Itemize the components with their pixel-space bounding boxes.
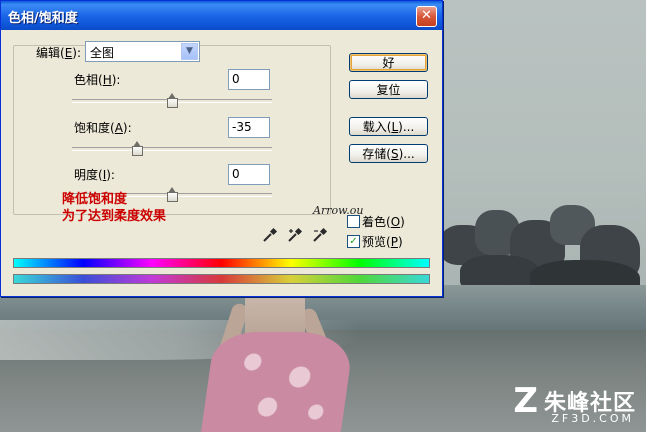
hue-saturation-dialog: 色相/饱和度 ✕ 编辑(E): 全图 ▼ 色相(H): 0 饱和度(A): -3… bbox=[0, 0, 443, 297]
hue-label: 色相(H): bbox=[74, 73, 121, 87]
chevron-down-icon[interactable]: ▼ bbox=[181, 43, 198, 60]
colorize-label[interactable]: 着色(O) bbox=[362, 213, 405, 230]
save-button[interactable]: 存储(S)... bbox=[349, 144, 428, 163]
watermark-url: ZF3D.COM bbox=[551, 412, 634, 425]
saturation-slider-thumb[interactable] bbox=[131, 141, 143, 156]
watermark-logo: Z bbox=[513, 381, 538, 421]
saturation-label: 饱和度(A): bbox=[74, 121, 132, 135]
eyedropper-add-icon[interactable] bbox=[287, 227, 303, 243]
dialog-title: 色相/饱和度 bbox=[8, 11, 78, 26]
edit-select[interactable]: 全图 ▼ bbox=[85, 41, 200, 62]
edit-label: 编辑(E): bbox=[36, 46, 82, 60]
preview-checkbox[interactable]: ✓ bbox=[347, 235, 360, 248]
lightness-label: 明度(I): bbox=[74, 168, 115, 182]
preview-label[interactable]: 预览(P) bbox=[362, 233, 403, 250]
watermark: Z 朱峰社区 ZF3D.COM bbox=[513, 381, 636, 425]
edit-select-value: 全图 bbox=[90, 46, 115, 60]
hue-slider-thumb[interactable] bbox=[166, 93, 178, 108]
input-spectrum-bar bbox=[13, 258, 430, 268]
reset-button[interactable]: 复位 bbox=[349, 80, 428, 99]
eyedropper-subtract-icon[interactable] bbox=[312, 227, 328, 243]
lightness-slider-thumb[interactable] bbox=[166, 187, 178, 202]
saturation-slider-track[interactable] bbox=[72, 147, 272, 151]
title-bar[interactable]: 色相/饱和度 ✕ bbox=[1, 1, 442, 30]
saturation-input[interactable]: -35 bbox=[228, 117, 270, 138]
close-button[interactable]: ✕ bbox=[416, 6, 437, 27]
colorize-checkbox[interactable] bbox=[347, 215, 360, 228]
lightness-input[interactable]: 0 bbox=[228, 164, 270, 185]
annotation-line-2: 为了达到柔度效果 bbox=[62, 209, 167, 224]
woman-figure bbox=[190, 292, 360, 432]
ok-button[interactable]: 好 bbox=[349, 53, 428, 72]
output-spectrum-bar bbox=[13, 274, 430, 284]
hue-input[interactable]: 0 bbox=[228, 69, 270, 90]
close-icon: ✕ bbox=[421, 8, 432, 23]
eyedropper-icon[interactable] bbox=[262, 227, 278, 243]
load-button[interactable]: 载入(L)... bbox=[349, 117, 428, 136]
